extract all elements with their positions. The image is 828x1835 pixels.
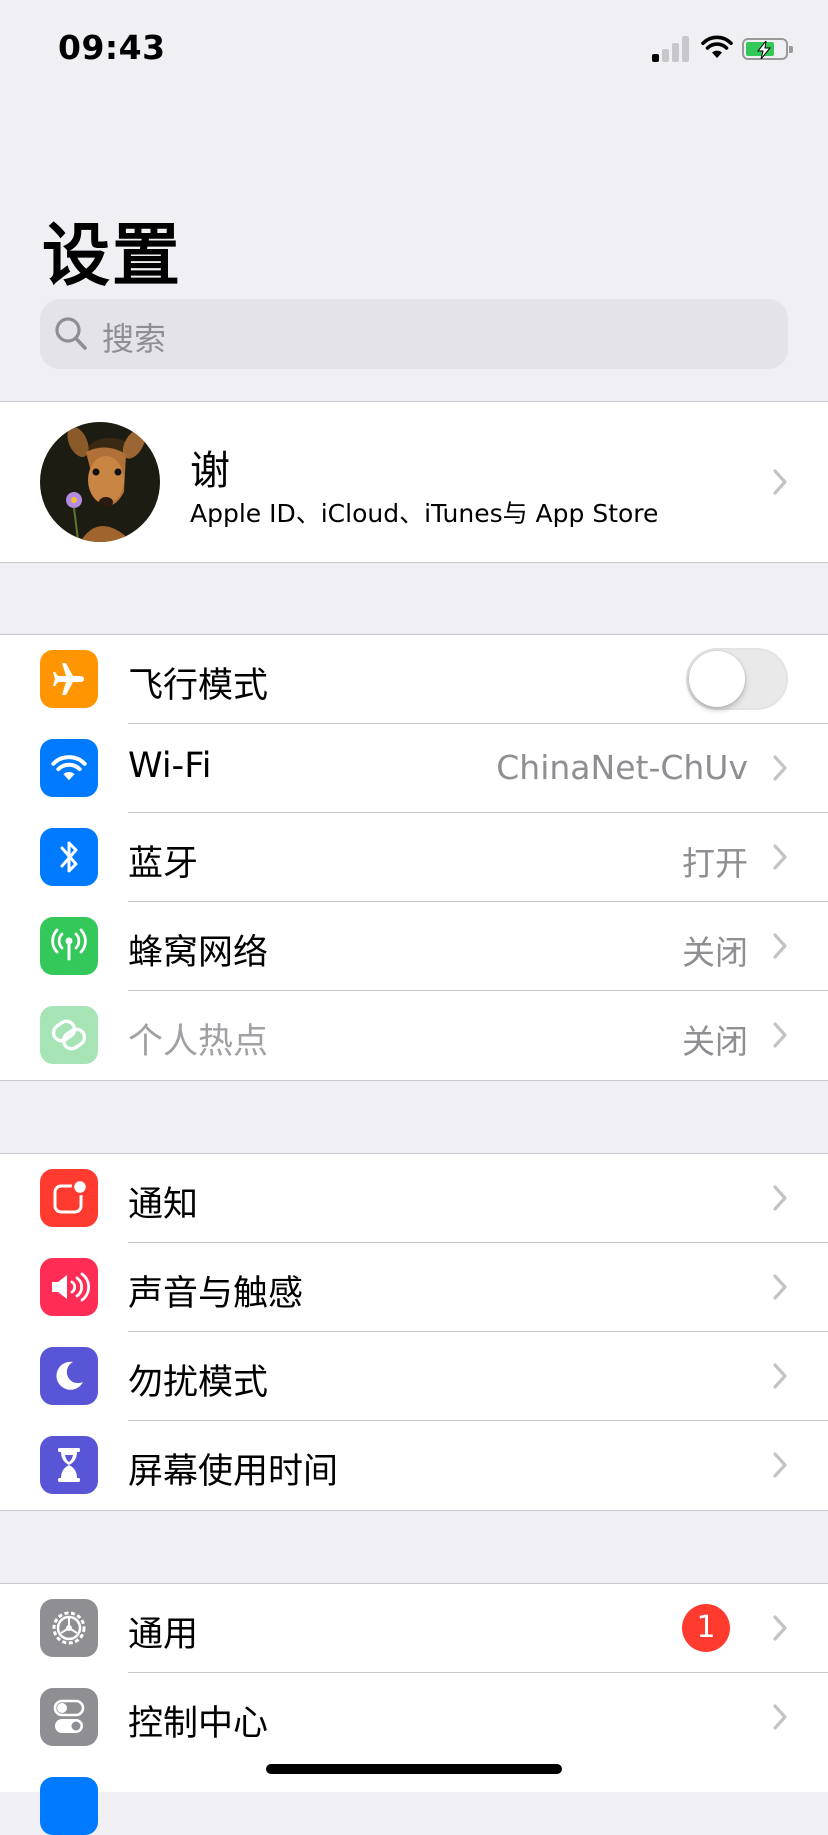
row-label: 通用	[128, 1615, 199, 1655]
hourglass-icon	[40, 1436, 98, 1494]
status-time: 09:43	[58, 28, 166, 67]
charging-bolt-icon	[756, 41, 772, 59]
profile-subtitle: Apple ID、iCloud、iTunes与 App Store	[190, 499, 659, 528]
chevron-right-icon	[773, 755, 787, 781]
chevron-right-icon	[773, 469, 787, 495]
row-label: 控制中心	[128, 1704, 269, 1744]
settings-row-do-not-disturb[interactable]: 勿扰模式	[0, 1332, 828, 1421]
settings-row-cellular[interactable]: 蜂窝网络 关闭	[0, 902, 828, 991]
settings-row-general[interactable]: 通用 1	[0, 1584, 828, 1673]
wifi-icon	[40, 739, 98, 797]
profile-group: 谢 Apple ID、iCloud、iTunes与 App Store	[0, 401, 828, 563]
settings-row-sounds[interactable]: 声音与触感	[0, 1243, 828, 1332]
home-indicator[interactable]	[266, 1764, 562, 1774]
battery-icon	[742, 38, 793, 60]
chevron-right-icon	[773, 1452, 787, 1478]
row-label: Wi-Fi	[128, 746, 212, 786]
wifi-status-icon	[701, 35, 733, 58]
gear-icon	[40, 1599, 98, 1657]
chevron-right-icon	[773, 1185, 787, 1211]
row-label: 飞行模式	[128, 666, 269, 706]
cellular-signal-icon	[652, 36, 692, 62]
chevron-right-icon	[773, 1274, 787, 1300]
airplane-icon	[40, 650, 98, 708]
profile-row[interactable]: 谢 Apple ID、iCloud、iTunes与 App Store	[0, 402, 828, 562]
general-group: 通用 1 控制中心	[0, 1583, 828, 1835]
row-label: 蜂窝网络	[128, 933, 269, 973]
sound-icon	[40, 1258, 98, 1316]
airplane-mode-toggle[interactable]	[686, 648, 788, 710]
settings-row-control-center[interactable]: 控制中心	[0, 1673, 828, 1762]
chevron-right-icon	[773, 844, 787, 870]
wifi-network-value: ChinaNet-ChUv	[496, 748, 748, 787]
row-label: 蓝牙	[128, 844, 199, 884]
update-badge: 1	[682, 1604, 730, 1652]
settings-row-wifi[interactable]: Wi-Fi ChinaNet-ChUv	[0, 724, 828, 813]
settings-row-notifications[interactable]: 通知	[0, 1154, 828, 1243]
search-placeholder: 搜索	[102, 320, 167, 358]
moon-icon	[40, 1347, 98, 1405]
cellular-value: 关闭	[682, 933, 748, 972]
chevron-right-icon	[773, 1363, 787, 1389]
chevron-right-icon	[773, 1022, 787, 1048]
avatar	[40, 422, 160, 542]
search-icon	[55, 317, 87, 350]
notifications-group: 通知 声音与触感 勿扰模式 屏幕使用时间	[0, 1153, 828, 1511]
chevron-right-icon	[773, 1615, 787, 1641]
toggles-icon	[40, 1688, 98, 1746]
chevron-right-icon	[773, 933, 787, 959]
row-label: 通知	[128, 1185, 199, 1225]
status-bar: 09:43	[0, 0, 828, 100]
chevron-right-icon	[773, 1704, 787, 1730]
bluetooth-value: 打开	[682, 844, 748, 883]
app-icon	[40, 1777, 98, 1835]
settings-row-screen-time[interactable]: 屏幕使用时间	[0, 1421, 828, 1510]
settings-row-personal-hotspot[interactable]: 个人热点 关闭	[0, 991, 828, 1080]
profile-name: 谢	[190, 448, 230, 494]
row-label: 声音与触感	[128, 1274, 304, 1314]
hotspot-value: 关闭	[682, 1022, 748, 1061]
search-field[interactable]: 搜索	[40, 299, 788, 369]
cellular-icon	[40, 917, 98, 975]
row-label: 个人热点	[128, 1022, 269, 1062]
row-label: 勿扰模式	[128, 1363, 269, 1403]
row-label: 屏幕使用时间	[128, 1452, 339, 1492]
hotspot-icon	[40, 1006, 98, 1064]
notifications-icon	[40, 1169, 98, 1227]
toggle-knob	[689, 651, 745, 707]
settings-row-airplane-mode[interactable]: 飞行模式	[0, 635, 828, 724]
bluetooth-icon	[40, 828, 98, 886]
page-title: 设置	[42, 217, 183, 296]
settings-row-bluetooth[interactable]: 蓝牙 打开	[0, 813, 828, 902]
connectivity-group: 飞行模式 Wi-Fi ChinaNet-ChUv 蓝牙 打开 蜂窝网络 关闭 个…	[0, 634, 828, 1081]
